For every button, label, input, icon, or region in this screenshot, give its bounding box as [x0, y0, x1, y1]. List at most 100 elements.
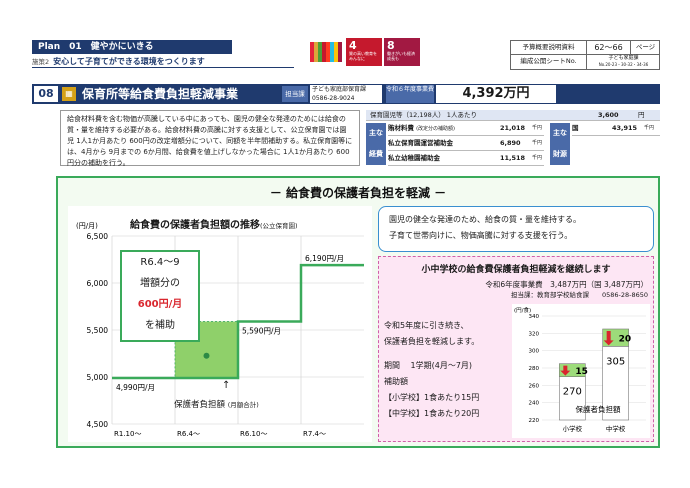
finance-item-row: 私立保育園運営補助金 6,890 千円	[388, 138, 544, 151]
sdg-8-badge: 8 働きがいも経済成長も	[384, 38, 420, 66]
finance-source-name: 国	[572, 124, 579, 132]
ref-label-sheet: 編成公開シートNo.	[511, 55, 587, 69]
policy-tag: 施策2	[32, 58, 50, 66]
burden-label: 保護者負担額 (月額合計)	[174, 398, 259, 410]
y-tick-label: 220	[529, 418, 540, 424]
school-line: 令和5年度に引き続き、	[384, 321, 469, 330]
finance-source-value: 43,915	[612, 124, 638, 132]
burden-label-text: 保護者負担額	[174, 400, 226, 410]
ref-label-budget: 予算概要説明資料	[511, 41, 587, 55]
school-burden-chart: (円/食)340 320 300 280 260 240 220 270 15 小学校 305 20 中…	[514, 306, 646, 433]
reference-box: 予算概要説明資料 62～66 ページ 編成公開シートNo. 子ども家庭課 No.…	[510, 40, 660, 70]
goal-line: 子育て世帯向けに、物価高騰に対する支援を行う。	[389, 231, 573, 240]
goal-bubble: 園児の健全な発達のため、給食の質・量を維持する。 子育て世帯向けに、物価高騰に対…	[378, 206, 654, 252]
project-title: 保育所等給食費負担軽減事業	[82, 87, 239, 101]
y-tick-label: 240	[529, 401, 540, 407]
sdgs-logo	[310, 42, 342, 62]
finance-item-unit: 千円	[532, 125, 543, 131]
x-tick-label: R1.10～	[114, 430, 141, 438]
y-axis-label: (円/月)	[76, 222, 98, 230]
finance-item-row: 賄材料費 (改定分の補助額) 21,018 千円	[388, 123, 544, 136]
finance-head-label: 保育園児等（12,198人） 1人あたり	[370, 111, 477, 119]
data-label: 5,590円/月	[242, 327, 281, 336]
budget-value: 4,392万円	[436, 85, 556, 103]
department-contact: 子ども家庭部保育課 0586-28-9024	[310, 85, 382, 103]
finance-item-note: (改定分の補助額)	[416, 126, 455, 132]
finance-head: 保育園児等（12,198人） 1人あたり 3,600 円	[366, 110, 660, 121]
subsidy-note: R6.4～9 増額分の 600円/月 を補助	[120, 250, 200, 342]
y-tick-label: 5,500	[87, 326, 109, 335]
subsidy-note-line: R6.4～9	[140, 257, 180, 268]
ref-pages: 62～66	[587, 41, 631, 55]
finance-table: 保育園児等（12,198人） 1人あたり 3,600 円 主な経費 賄材料費 (…	[366, 110, 660, 166]
y-tick-label: 320	[529, 331, 540, 337]
plan-label: Plan 01 健やかにいきる	[32, 40, 232, 54]
finance-source-label: 主な財源	[550, 123, 570, 165]
category-label: 中学校	[606, 424, 626, 433]
y-tick-label: 280	[529, 366, 540, 372]
school-line: 保護者負担を軽減します。	[384, 337, 480, 346]
bar-value-label: 270	[563, 387, 582, 398]
x-tick-label: R7.4～	[303, 430, 326, 438]
chart-left-title-text: 給食費の保護者負担額の推移	[130, 220, 260, 231]
series-caption: 保護者負担額	[576, 404, 621, 414]
finance-source-unit: 千円	[644, 125, 655, 131]
policy-text: 安心して子育てができる環境をつくります	[53, 57, 205, 66]
finance-item-value: 21,018	[500, 124, 526, 132]
finance-item-unit: 千円	[532, 155, 543, 161]
data-label: 4,990円/月	[116, 383, 155, 392]
school-subsidy-label: 補助額	[384, 377, 408, 386]
books-icon: ▦	[62, 87, 76, 101]
project-description: 給食材料費を含む物価が高騰している中にあっても、園児の健全な発達のためには給食の…	[60, 110, 360, 167]
subsidy-marker	[203, 352, 210, 359]
finance-item-row: 私立幼稚園補助金 11,518 千円	[388, 153, 544, 166]
burden-label-sub: (月額合計)	[227, 401, 259, 409]
y-tick-label: 260	[529, 383, 540, 389]
sdg-4-text: 質の高い教育をみんなに	[349, 51, 377, 61]
data-label: 6,190円/月	[305, 254, 344, 263]
school-details: 令和5年度に引き続き、 保護者負担を軽減します。 期間 1学期(4月～7月) 補…	[384, 318, 512, 422]
y-tick-label: 6,000	[87, 279, 109, 288]
department-phone: 0586-28-9024	[312, 95, 355, 102]
subsidy-note-line: 増額分の	[140, 278, 180, 289]
policy-line: 施策2 安心して子育てができる環境をつくります	[32, 56, 294, 68]
sdg-8-text: 働きがいも経済成長も	[387, 51, 415, 61]
subsidy-value-label: 20	[619, 335, 632, 345]
finance-item-label: 賄材料費	[388, 124, 414, 132]
school-budget: 令和6年度事業費 3,487万円（国 3,487万円）	[485, 280, 648, 289]
y-tick-label: 4,500	[87, 420, 109, 429]
arrow-up-icon: ↑	[222, 380, 231, 391]
school-title: 小中学校の給食費保護者負担軽減を継続します	[421, 265, 611, 275]
finance-head-value: 3,600	[598, 111, 619, 119]
school-junior: 【中学校】1食あたり20円	[384, 409, 480, 418]
x-tick-label: R6.10～	[240, 430, 267, 438]
finance-item-unit: 千円	[532, 140, 543, 146]
finance-source-row: 国 43,915 千円	[572, 123, 660, 136]
department-name: 子ども家庭部保育課	[312, 86, 367, 93]
ref-page-unit: ページ	[631, 41, 660, 55]
y-axis-label: (円/食)	[514, 306, 531, 314]
finance-item-value: 11,518	[500, 154, 526, 162]
finance-head-unit: 円	[638, 111, 645, 119]
subsidy-note-amount: 600円/月	[137, 299, 183, 310]
main-title: － 給食費の保護者負担を軽減 －	[269, 186, 447, 200]
finance-item-label: 私立保育園運営補助金	[388, 139, 453, 147]
y-tick-label: 340	[529, 314, 540, 320]
budget-label: 令和６年度事業費	[386, 85, 434, 103]
finance-item-label: 私立幼稚園補助金	[388, 154, 440, 162]
finance-item-value: 6,890	[500, 139, 521, 147]
chart-left-title: 給食費の保護者負担額の推移(公立保育園)	[130, 216, 298, 231]
chart-left-subtitle: (公立保育園)	[260, 222, 298, 230]
school-info: 令和6年度事業費 3,487万円（国 3,487万円） 担当課：教育部学校給食課…	[378, 279, 648, 301]
goal-line: 園児の健全な発達のため、給食の質・量を維持する。	[389, 215, 581, 224]
finance-expense-label: 主な経費	[366, 123, 386, 165]
subsidy-value-label: 15	[575, 367, 588, 377]
bar-value-label: 305	[606, 356, 625, 367]
department-label: 担当課	[282, 86, 308, 102]
y-tick-label: 5,000	[87, 373, 109, 382]
project-number: 08	[34, 86, 58, 102]
school-period: 期間 1学期(4月～7月)	[384, 361, 473, 370]
category-label: 小学校	[563, 424, 583, 433]
school-elementary: 【小学校】1食あたり15円	[384, 393, 480, 402]
x-tick-label: R6.4～	[177, 430, 200, 438]
